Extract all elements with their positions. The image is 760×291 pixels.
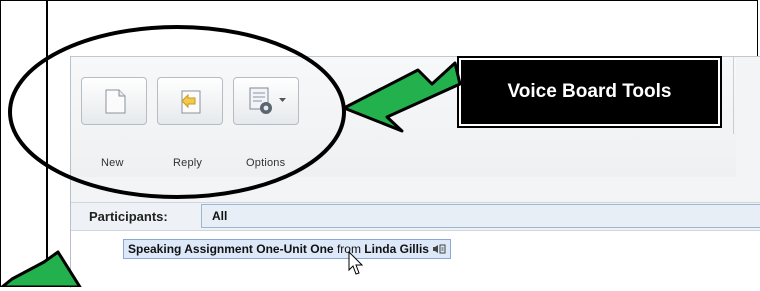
callout-text: Voice Board Tools — [507, 81, 672, 102]
reply-label: Reply — [173, 157, 203, 169]
reply-icon — [181, 90, 201, 114]
post-author: Linda Gillis — [364, 242, 429, 256]
new-button[interactable] — [81, 77, 147, 125]
participants-filter[interactable]: All — [201, 204, 760, 228]
new-document-icon — [105, 89, 126, 114]
participants-label: Participants: — [89, 209, 168, 224]
reply-button[interactable] — [157, 77, 223, 125]
dropdown-arrow-icon — [279, 98, 286, 102]
posts-list: Speaking Assignment One-Unit One from Li… — [71, 231, 760, 291]
post-title: Speaking Assignment One-Unit One — [128, 242, 334, 256]
voice-board-tools-callout: Voice Board Tools — [457, 56, 722, 128]
post-from: from — [336, 242, 361, 256]
toolbar-edge — [733, 57, 734, 134]
participants-value: All — [212, 209, 228, 223]
options-icon — [249, 87, 272, 114]
new-label: New — [101, 157, 124, 169]
left-divider — [46, 0, 48, 287]
audio-icon[interactable] — [432, 244, 446, 254]
options-label: Options — [246, 157, 286, 169]
options-button[interactable] — [233, 77, 299, 125]
participants-bar: Participants: All — [71, 202, 760, 231]
list-item[interactable]: Speaking Assignment One-Unit One from Li… — [123, 239, 452, 259]
